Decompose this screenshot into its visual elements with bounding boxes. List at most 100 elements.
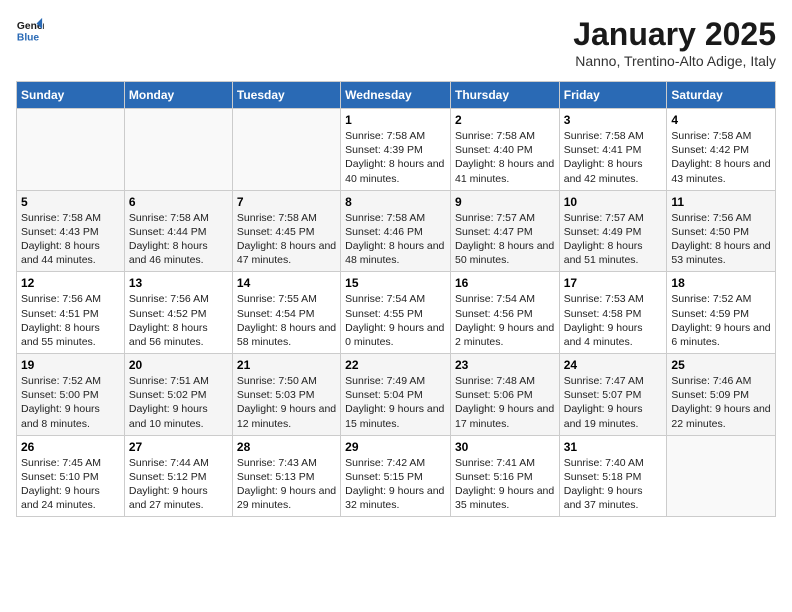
- calendar-cell: 15 Sunrise: 7:54 AM Sunset: 4:55 PM Dayli…: [341, 272, 451, 354]
- calendar-cell: 12 Sunrise: 7:56 AM Sunset: 4:51 PM Dayli…: [17, 272, 125, 354]
- day-content: Sunrise: 7:51 AM Sunset: 5:02 PM Dayligh…: [129, 374, 228, 431]
- weekday-header-cell: Tuesday: [232, 82, 340, 109]
- calendar-cell: 26 Sunrise: 7:45 AM Sunset: 5:10 PM Dayli…: [17, 435, 125, 517]
- calendar-cell: 20 Sunrise: 7:51 AM Sunset: 5:02 PM Dayli…: [124, 354, 232, 436]
- month-title: January 2025: [573, 16, 776, 53]
- day-content: Sunrise: 7:56 AM Sunset: 4:50 PM Dayligh…: [671, 211, 771, 268]
- day-content: Sunrise: 7:49 AM Sunset: 5:04 PM Dayligh…: [345, 374, 446, 431]
- day-number: 30: [455, 440, 555, 454]
- calendar-body: 1 Sunrise: 7:58 AM Sunset: 4:39 PM Daylig…: [17, 109, 776, 517]
- day-content: Sunrise: 7:54 AM Sunset: 4:56 PM Dayligh…: [455, 292, 555, 349]
- calendar-cell: 4Sunrise: 7:58 AM Sunset: 4:42 PM Daylig…: [667, 109, 776, 191]
- calendar-cell: 13 Sunrise: 7:56 AM Sunset: 4:52 PM Dayli…: [124, 272, 232, 354]
- day-content: Sunrise: 7:58 AM Sunset: 4:45 PM Dayligh…: [237, 211, 336, 268]
- day-content: Sunrise: 7:57 AM Sunset: 4:49 PM Dayligh…: [564, 211, 663, 268]
- day-number: 26: [21, 440, 120, 454]
- calendar-cell: 29Sunrise: 7:42 AM Sunset: 5:15 PM Dayli…: [341, 435, 451, 517]
- calendar-cell: [667, 435, 776, 517]
- calendar-cell: 2 Sunrise: 7:58 AM Sunset: 4:40 PM Daylig…: [450, 109, 559, 191]
- day-number: 15: [345, 276, 446, 290]
- calendar-cell: 8Sunrise: 7:58 AM Sunset: 4:46 PM Daylig…: [341, 190, 451, 272]
- day-number: 8: [345, 195, 446, 209]
- day-number: 11: [671, 195, 771, 209]
- calendar-cell: 21Sunrise: 7:50 AM Sunset: 5:03 PM Dayli…: [232, 354, 340, 436]
- day-number: 13: [129, 276, 228, 290]
- calendar-cell: 25Sunrise: 7:46 AM Sunset: 5:09 PM Dayli…: [667, 354, 776, 436]
- page-header: General Blue January 2025 Nanno, Trentin…: [16, 16, 776, 69]
- weekday-header-cell: Saturday: [667, 82, 776, 109]
- calendar-cell: 5Sunrise: 7:58 AM Sunset: 4:43 PM Daylig…: [17, 190, 125, 272]
- calendar-table: SundayMondayTuesdayWednesdayThursdayFrid…: [16, 81, 776, 517]
- day-content: Sunrise: 7:41 AM Sunset: 5:16 PM Dayligh…: [455, 456, 555, 513]
- day-content: Sunrise: 7:52 AM Sunset: 4:59 PM Dayligh…: [671, 292, 771, 349]
- day-content: Sunrise: 7:55 AM Sunset: 4:54 PM Dayligh…: [237, 292, 336, 349]
- day-number: 12: [21, 276, 120, 290]
- day-number: 10: [564, 195, 663, 209]
- calendar-week-row: 19 Sunrise: 7:52 AM Sunset: 5:00 PM Dayli…: [17, 354, 776, 436]
- calendar-week-row: 12 Sunrise: 7:56 AM Sunset: 4:51 PM Dayli…: [17, 272, 776, 354]
- svg-text:Blue: Blue: [17, 32, 40, 43]
- calendar-cell: 1 Sunrise: 7:58 AM Sunset: 4:39 PM Daylig…: [341, 109, 451, 191]
- day-content: Sunrise: 7:58 AM Sunset: 4:44 PM Dayligh…: [129, 211, 228, 268]
- calendar-cell: 3Sunrise: 7:58 AM Sunset: 4:41 PM Daylig…: [559, 109, 667, 191]
- calendar-cell: 31 Sunrise: 7:40 AM Sunset: 5:18 PM Dayli…: [559, 435, 667, 517]
- weekday-header-cell: Wednesday: [341, 82, 451, 109]
- weekday-header-cell: Sunday: [17, 82, 125, 109]
- day-content: Sunrise: 7:45 AM Sunset: 5:10 PM Dayligh…: [21, 456, 120, 513]
- title-area: January 2025 Nanno, Trentino-Alto Adige,…: [573, 16, 776, 69]
- day-number: 28: [237, 440, 336, 454]
- day-content: Sunrise: 7:56 AM Sunset: 4:51 PM Dayligh…: [21, 292, 120, 349]
- day-content: Sunrise: 7:48 AM Sunset: 5:06 PM Dayligh…: [455, 374, 555, 431]
- day-number: 7: [237, 195, 336, 209]
- day-number: 9: [455, 195, 555, 209]
- day-content: Sunrise: 7:53 AM Sunset: 4:58 PM Dayligh…: [564, 292, 663, 349]
- calendar-cell: 18 Sunrise: 7:52 AM Sunset: 4:59 PM Dayli…: [667, 272, 776, 354]
- weekday-header-cell: Thursday: [450, 82, 559, 109]
- day-number: 27: [129, 440, 228, 454]
- calendar-cell: 28 Sunrise: 7:43 AM Sunset: 5:13 PM Dayli…: [232, 435, 340, 517]
- weekday-header-cell: Friday: [559, 82, 667, 109]
- calendar-week-row: 26 Sunrise: 7:45 AM Sunset: 5:10 PM Dayli…: [17, 435, 776, 517]
- day-content: Sunrise: 7:58 AM Sunset: 4:39 PM Dayligh…: [345, 129, 446, 186]
- day-number: 1: [345, 113, 446, 127]
- day-number: 29: [345, 440, 446, 454]
- calendar-cell: 24Sunrise: 7:47 AM Sunset: 5:07 PM Dayli…: [559, 354, 667, 436]
- calendar-cell: 11 Sunrise: 7:56 AM Sunset: 4:50 PM Dayli…: [667, 190, 776, 272]
- calendar-cell: 14 Sunrise: 7:55 AM Sunset: 4:54 PM Dayli…: [232, 272, 340, 354]
- day-content: Sunrise: 7:57 AM Sunset: 4:47 PM Dayligh…: [455, 211, 555, 268]
- day-number: 2: [455, 113, 555, 127]
- weekday-header-cell: Monday: [124, 82, 232, 109]
- calendar-cell: [17, 109, 125, 191]
- calendar-cell: 6 Sunrise: 7:58 AM Sunset: 4:44 PM Daylig…: [124, 190, 232, 272]
- day-content: Sunrise: 7:47 AM Sunset: 5:07 PM Dayligh…: [564, 374, 663, 431]
- day-number: 16: [455, 276, 555, 290]
- day-content: Sunrise: 7:58 AM Sunset: 4:41 PM Dayligh…: [564, 129, 663, 186]
- weekday-header-row: SundayMondayTuesdayWednesdayThursdayFrid…: [17, 82, 776, 109]
- calendar-week-row: 1 Sunrise: 7:58 AM Sunset: 4:39 PM Daylig…: [17, 109, 776, 191]
- day-number: 22: [345, 358, 446, 372]
- calendar-cell: 9 Sunrise: 7:57 AM Sunset: 4:47 PM Daylig…: [450, 190, 559, 272]
- day-content: Sunrise: 7:40 AM Sunset: 5:18 PM Dayligh…: [564, 456, 663, 513]
- calendar-cell: 10 Sunrise: 7:57 AM Sunset: 4:49 PM Dayli…: [559, 190, 667, 272]
- day-content: Sunrise: 7:58 AM Sunset: 4:42 PM Dayligh…: [671, 129, 771, 186]
- day-content: Sunrise: 7:54 AM Sunset: 4:55 PM Dayligh…: [345, 292, 446, 349]
- day-number: 17: [564, 276, 663, 290]
- calendar-cell: [232, 109, 340, 191]
- day-content: Sunrise: 7:52 AM Sunset: 5:00 PM Dayligh…: [21, 374, 120, 431]
- logo-icon: General Blue: [16, 16, 44, 44]
- day-number: 20: [129, 358, 228, 372]
- day-number: 21: [237, 358, 336, 372]
- day-number: 23: [455, 358, 555, 372]
- calendar-cell: 17 Sunrise: 7:53 AM Sunset: 4:58 PM Dayli…: [559, 272, 667, 354]
- day-content: Sunrise: 7:58 AM Sunset: 4:40 PM Dayligh…: [455, 129, 555, 186]
- day-content: Sunrise: 7:44 AM Sunset: 5:12 PM Dayligh…: [129, 456, 228, 513]
- logo: General Blue: [16, 16, 44, 44]
- calendar-cell: 27 Sunrise: 7:44 AM Sunset: 5:12 PM Dayli…: [124, 435, 232, 517]
- day-number: 6: [129, 195, 228, 209]
- day-content: Sunrise: 7:56 AM Sunset: 4:52 PM Dayligh…: [129, 292, 228, 349]
- day-content: Sunrise: 7:43 AM Sunset: 5:13 PM Dayligh…: [237, 456, 336, 513]
- day-number: 31: [564, 440, 663, 454]
- day-number: 14: [237, 276, 336, 290]
- day-number: 18: [671, 276, 771, 290]
- day-number: 19: [21, 358, 120, 372]
